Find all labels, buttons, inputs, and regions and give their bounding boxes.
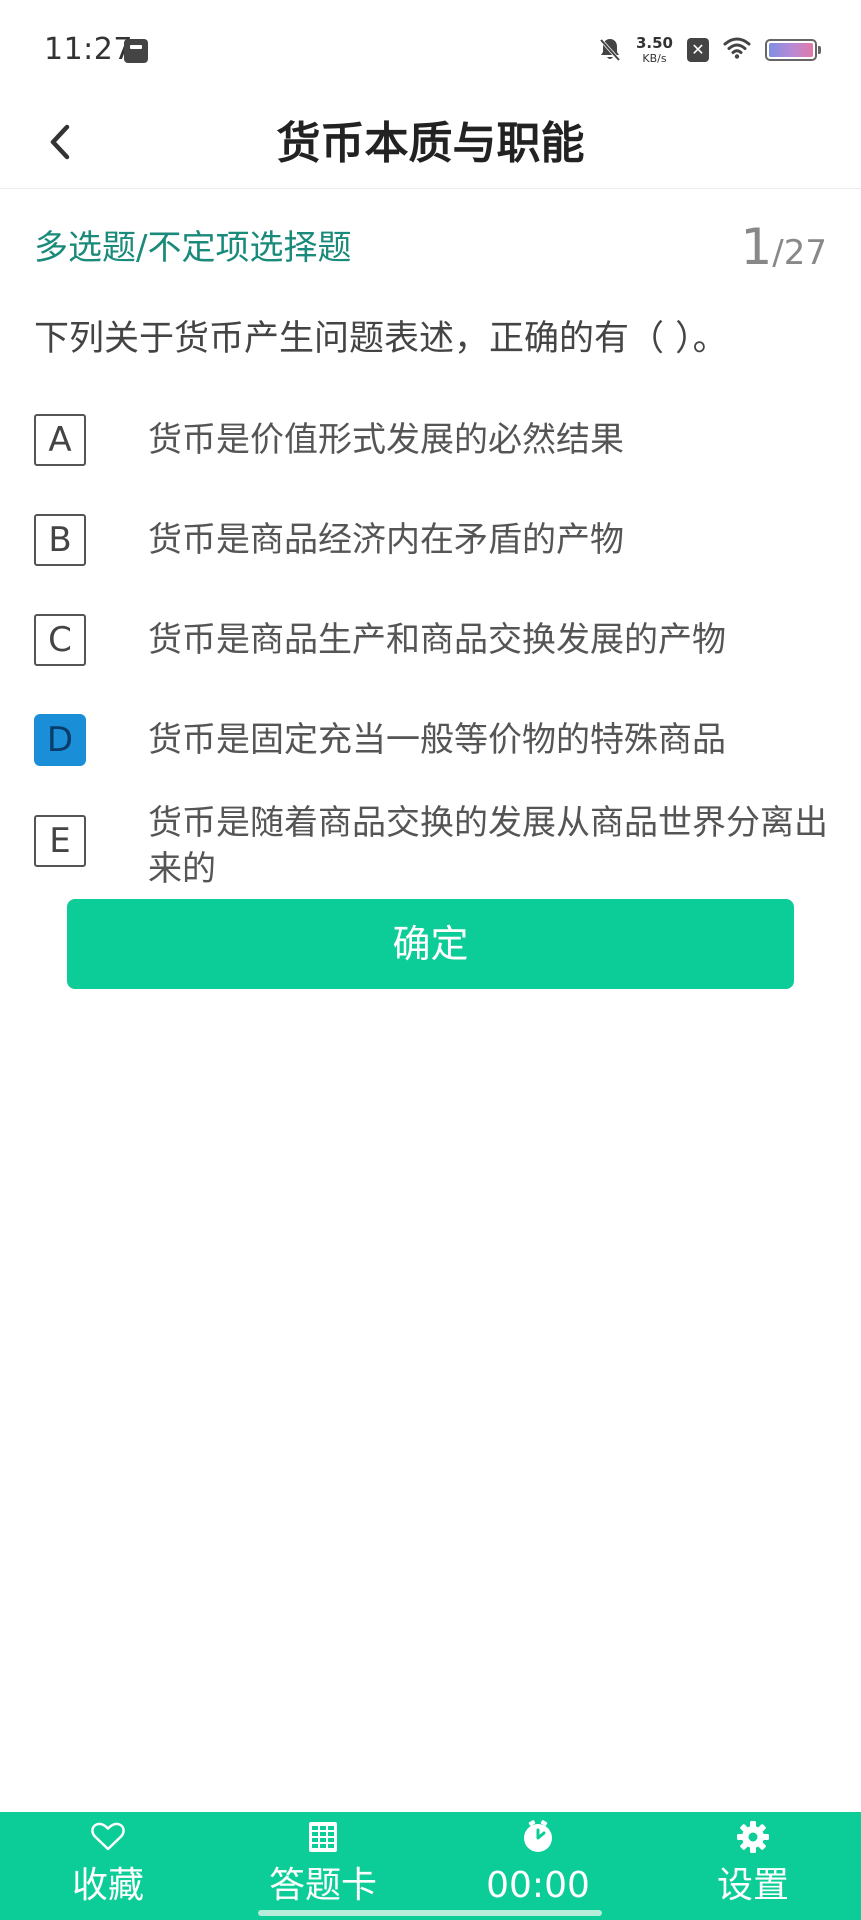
option-d-letter: D xyxy=(34,714,86,766)
option-e-letter: E xyxy=(34,815,86,867)
timer-value: 00:00 xyxy=(486,1865,590,1906)
option-b-letter: B xyxy=(34,514,86,566)
question-current-number: 1 xyxy=(740,218,773,276)
option-d-text: 货币是固定充当一般等价物的特殊商品 xyxy=(148,720,726,760)
option-b-text: 货币是商品经济内在矛盾的产物 xyxy=(148,520,624,560)
app-notification-icon xyxy=(124,39,148,63)
option-a-text: 货币是价值形式发展的必然结果 xyxy=(148,420,624,460)
header: 货币本质与职能 xyxy=(0,100,861,189)
favorite-label: 收藏 xyxy=(71,1865,144,1906)
status-bar: 11:27 3.50 KB/s ✕ xyxy=(0,0,861,100)
favorite-button[interactable]: 收藏 xyxy=(8,1812,208,1920)
question-counter: 1/27 xyxy=(740,218,827,276)
option-b[interactable]: B 货币是商品经济内在矛盾的产物 xyxy=(34,512,834,568)
network-speed-unit: KB/s xyxy=(642,52,667,65)
status-indicators: 3.50 KB/s ✕ xyxy=(598,30,821,70)
question-stem: 下列关于货币产生问题表述，正确的有（ ）。 xyxy=(34,319,728,359)
option-c-letter: C xyxy=(34,614,86,666)
heart-icon xyxy=(91,1822,125,1856)
gear-icon xyxy=(735,1819,771,1859)
status-time: 11:27 xyxy=(44,32,133,67)
bottom-toolbar: 收藏 答题卡 00:00 设置 xyxy=(0,1812,861,1920)
answer-card-label: 答题卡 xyxy=(268,1865,377,1906)
option-c-text: 货币是商品生产和商品交换发展的产物 xyxy=(148,620,726,660)
answer-card-button[interactable]: 答题卡 xyxy=(223,1812,423,1920)
network-speed: 3.50 KB/s xyxy=(635,34,673,65)
option-c[interactable]: C 货币是商品生产和商品交换发展的产物 xyxy=(34,612,834,668)
timer[interactable]: 00:00 xyxy=(438,1812,638,1920)
option-a-letter: A xyxy=(34,414,86,466)
option-e[interactable]: E 货币是随着商品交换的发展从商品世界分离出来的 xyxy=(34,800,834,892)
settings-button[interactable]: 设置 xyxy=(653,1812,853,1920)
wifi-icon xyxy=(723,37,751,63)
question-type-label: 多选题/不定项选择题 xyxy=(34,228,352,268)
home-indicator[interactable] xyxy=(258,1910,602,1916)
grid-card-icon xyxy=(308,1821,338,1857)
page-title: 货币本质与职能 xyxy=(276,118,585,169)
clock-icon xyxy=(521,1820,555,1858)
network-speed-value: 3.50 xyxy=(635,34,673,52)
confirm-button[interactable]: 确定 xyxy=(67,899,794,989)
bell-off-icon xyxy=(598,37,622,63)
option-e-text: 货币是随着商品交换的发展从商品世界分离出来的 xyxy=(148,803,828,889)
battery-icon xyxy=(765,39,821,61)
no-sim-icon: ✕ xyxy=(687,38,709,62)
option-a[interactable]: A 货币是价值形式发展的必然结果 xyxy=(34,412,834,468)
question-total: /27 xyxy=(772,233,827,273)
settings-label: 设置 xyxy=(716,1865,789,1906)
option-d[interactable]: D 货币是固定充当一般等价物的特殊商品 xyxy=(34,712,834,768)
